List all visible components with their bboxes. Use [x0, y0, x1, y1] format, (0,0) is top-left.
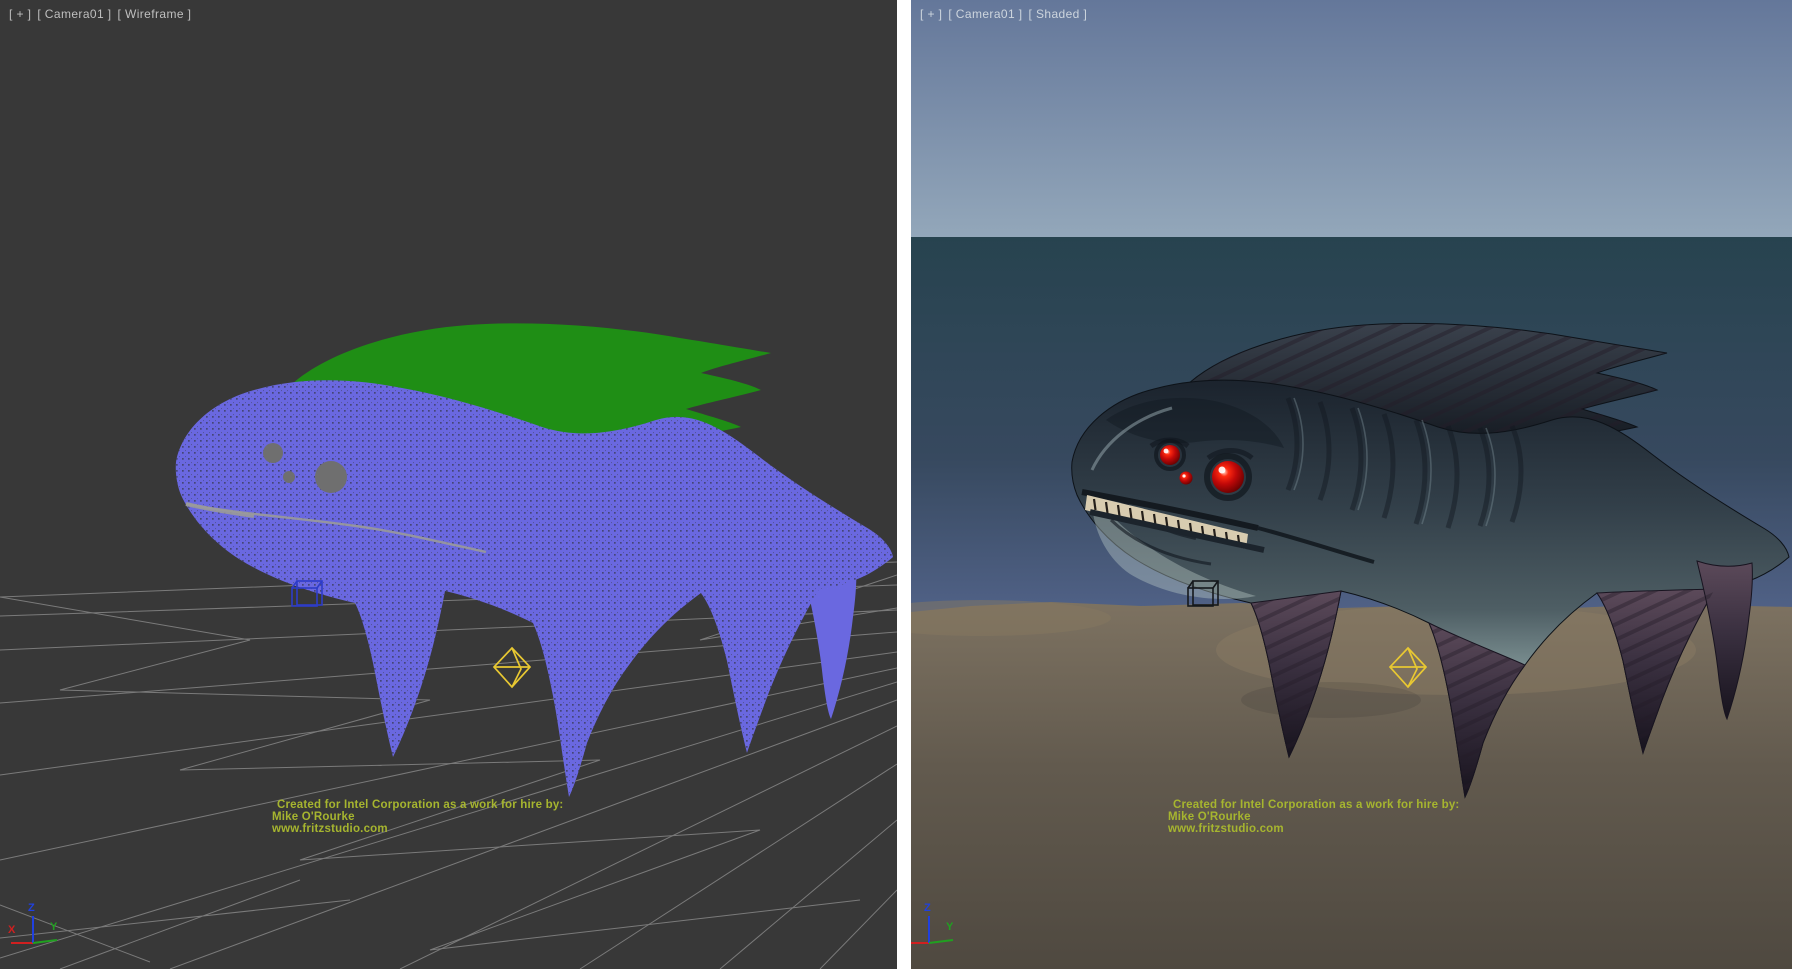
viewport-camera-button[interactable]: [ Camera01 ]	[37, 7, 111, 21]
svg-text:Created for Intel Corporation: Created for Intel Corporation as a work …	[1173, 799, 1459, 811]
viewport-left-wireframe[interactable]: Created for Intel Corporation as a work …	[0, 0, 897, 969]
world-axis-gizmo: X Z Y	[8, 902, 58, 943]
axis-x-label: X	[8, 924, 16, 936]
viewport-camera-button[interactable]: [ Camera01 ]	[948, 7, 1022, 21]
svg-text:Mike O'Rourke: Mike O'Rourke	[1168, 811, 1251, 823]
viewport-split-container: Created for Intel Corporation as a work …	[0, 0, 1800, 978]
axis-y-label: Y	[946, 921, 954, 933]
viewport-shading-button[interactable]: [ Shaded ]	[1029, 7, 1088, 21]
svg-text:Mike O'Rourke: Mike O'Rourke	[272, 811, 355, 823]
shaded-scene-svg: Created for Intel Corporation as a work …	[911, 0, 1792, 969]
axis-z-label: Z	[28, 902, 35, 914]
fish-model-wireframe[interactable]	[176, 323, 893, 797]
sky-upper	[911, 0, 1792, 237]
viewport-menu-button[interactable]: [ + ]	[920, 7, 942, 21]
viewport-right-shaded[interactable]: Created for Intel Corporation as a work …	[911, 0, 1792, 969]
svg-text:Created for Intel Corporation: Created for Intel Corporation as a work …	[277, 799, 563, 811]
bone-diamond-helper[interactable]	[494, 648, 530, 687]
wireframe-scene-svg: Created for Intel Corporation as a work …	[0, 0, 897, 969]
axis-y-label: Y	[50, 921, 58, 933]
svg-text:www.fritzstudio.com: www.fritzstudio.com	[1167, 823, 1284, 835]
viewport-label-right: [ + ] [ Camera01 ] [ Shaded ]	[920, 7, 1087, 21]
viewport-menu-button[interactable]: [ + ]	[9, 7, 31, 21]
viewport-shading-button[interactable]: [ Wireframe ]	[118, 7, 192, 21]
axis-z-label: Z	[924, 902, 931, 914]
svg-text:www.fritzstudio.com: www.fritzstudio.com	[271, 823, 388, 835]
viewport-label-left: [ + ] [ Camera01 ] [ Wireframe ]	[9, 7, 191, 21]
viewport-divider[interactable]	[897, 0, 911, 969]
